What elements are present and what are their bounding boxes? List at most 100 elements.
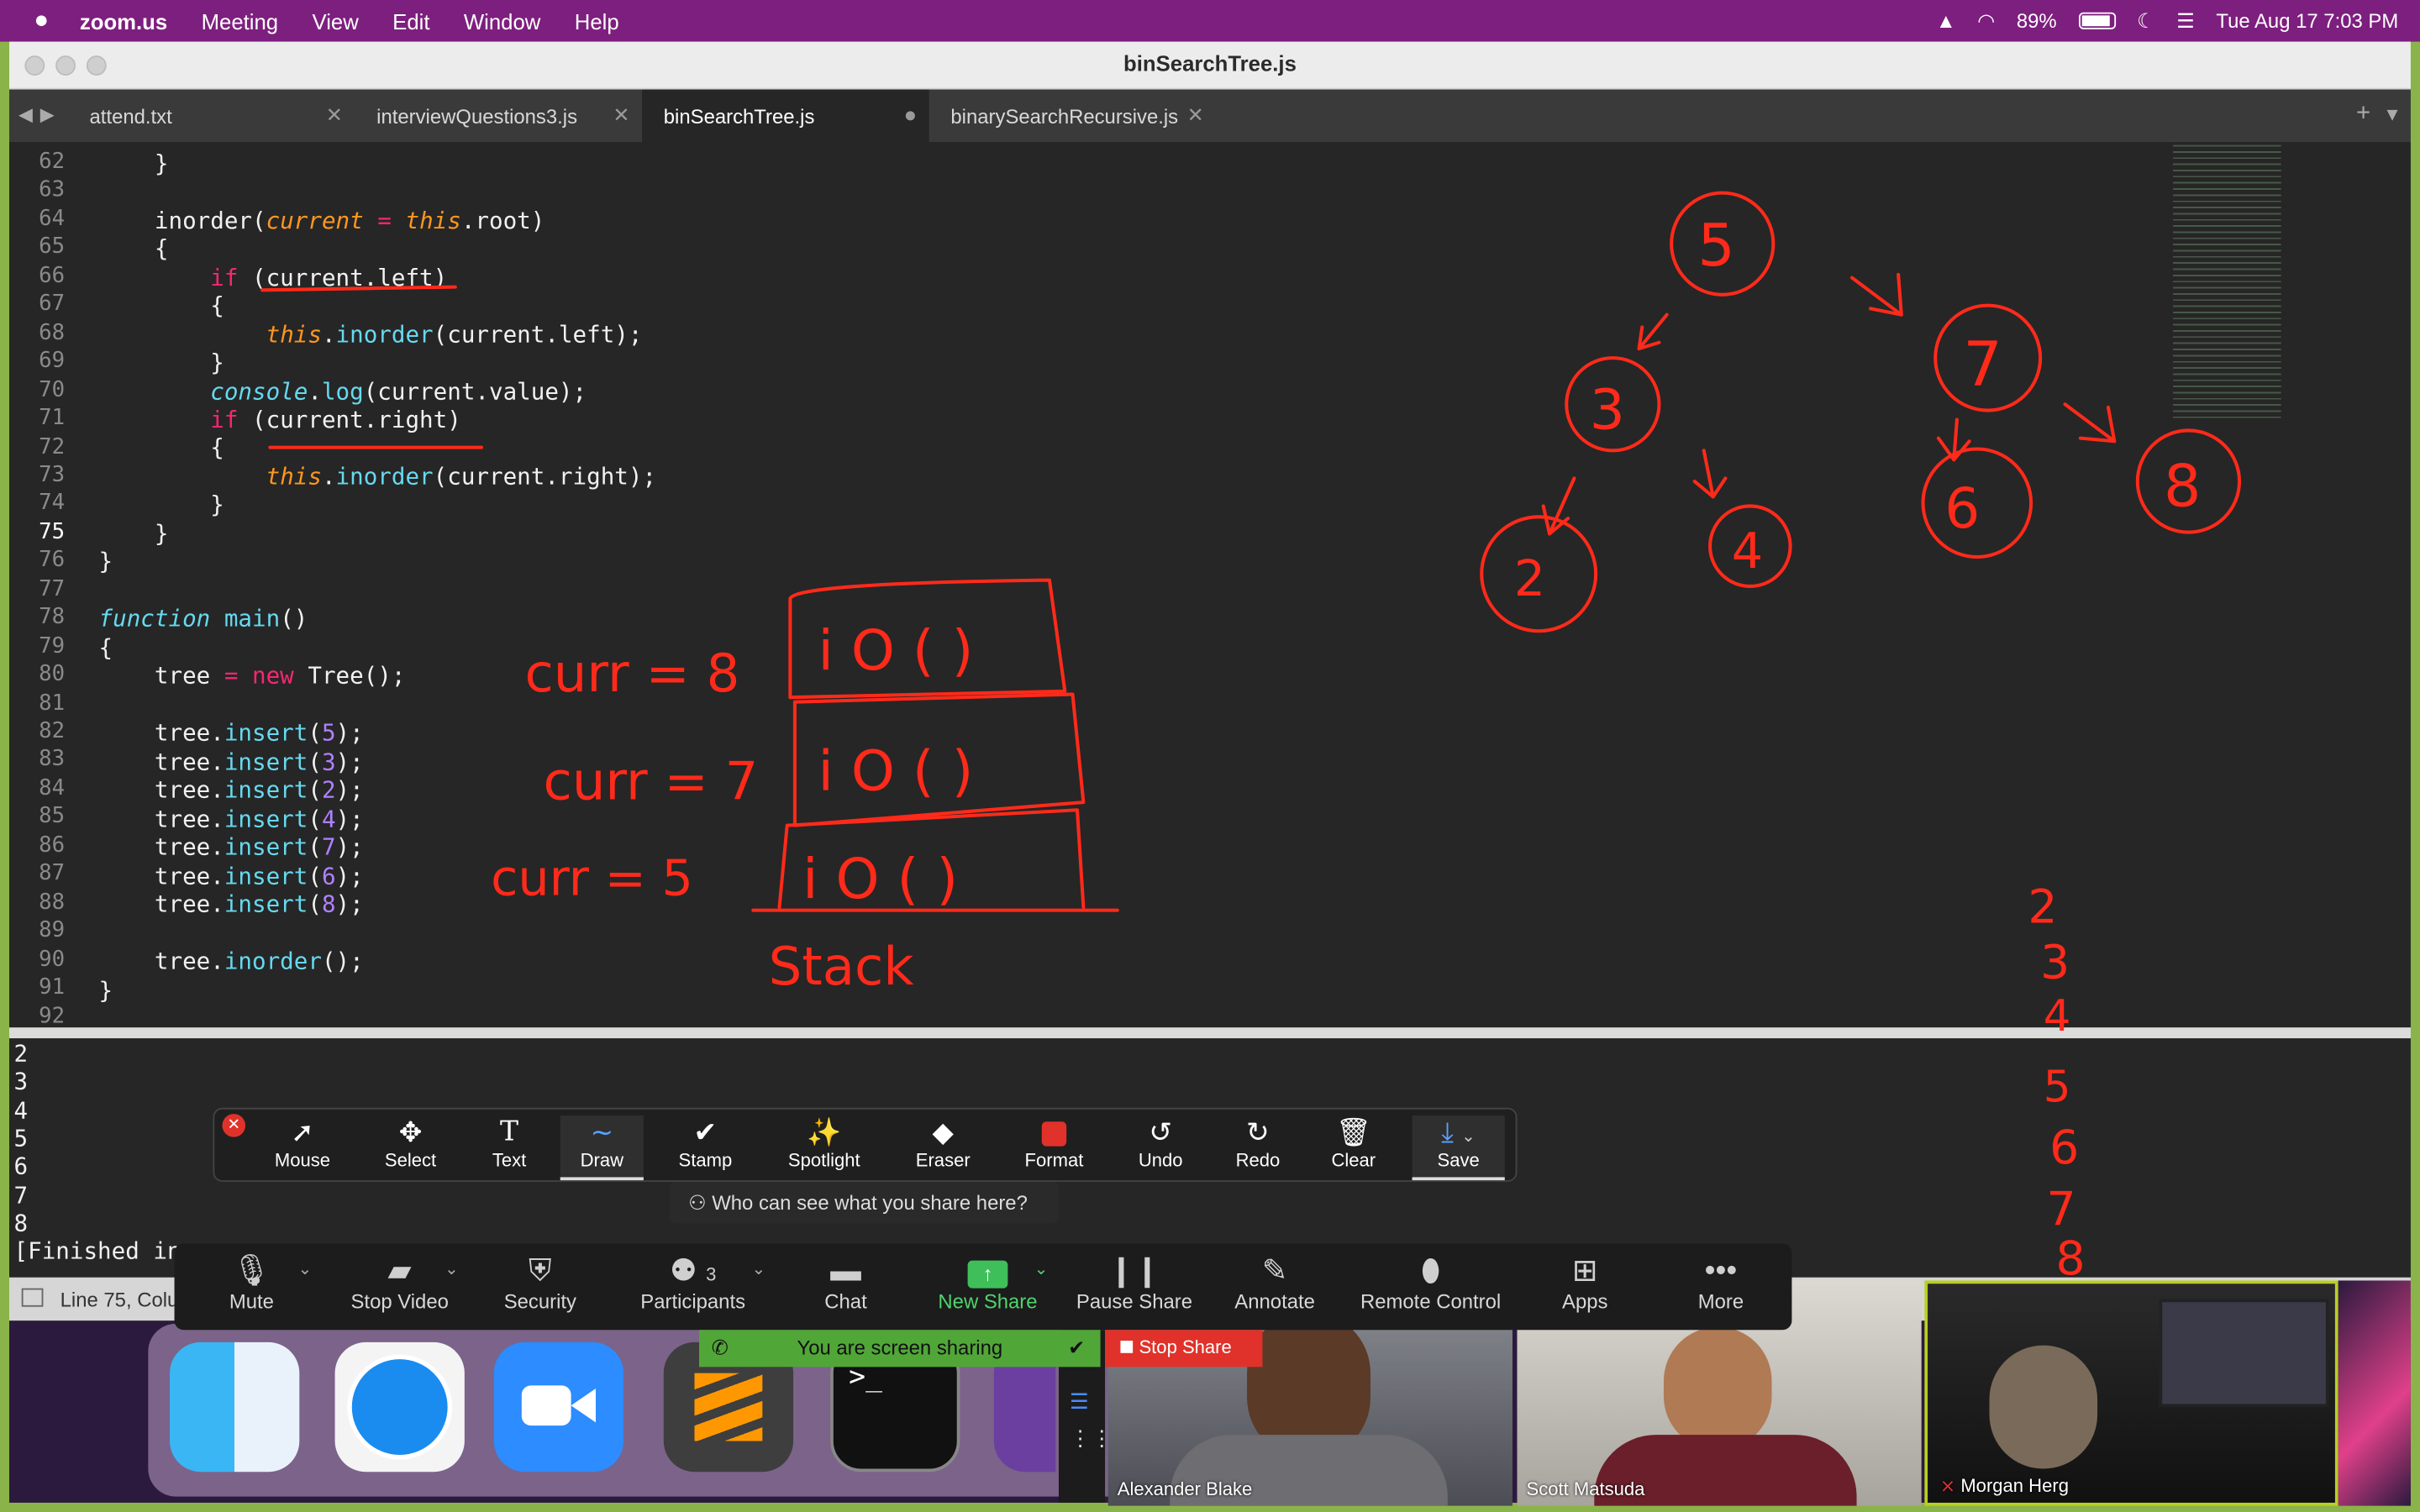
tool-label: Mouse	[274, 1149, 331, 1172]
tree-arrow	[1850, 272, 1903, 317]
video-camera-icon: ▰	[387, 1254, 412, 1289]
undo-tool[interactable]: ↺ Undo	[1122, 1116, 1199, 1180]
person-icon: ⚇	[688, 1190, 713, 1215]
annotation-toolbar: ✕ ➚ Mouse ✥ Select T Text ∼ Draw ✔ Stamp ✨ Spo…	[213, 1107, 1518, 1182]
download-icon: ⤓ ⌄	[1441, 1116, 1476, 1148]
tree-node-label: 3	[1590, 378, 1625, 443]
toolbar-label: Apps	[1562, 1289, 1608, 1314]
tree-node-label: 6	[1944, 476, 1980, 541]
output-digit: 3	[2040, 935, 2070, 989]
checkmark-icon: ✔	[693, 1116, 718, 1148]
tool-label: Stamp	[678, 1149, 733, 1172]
pause-share-button[interactable]: ❙❙ Pause Share	[1073, 1252, 1197, 1313]
annotate-button[interactable]: ✎ Annotate	[1228, 1252, 1321, 1313]
toolbar-label: Participants	[640, 1289, 746, 1314]
sharing-text: You are screen sharing	[797, 1336, 1003, 1360]
stack-label: Stack	[769, 936, 914, 997]
squiggle-icon: ∼	[590, 1116, 614, 1148]
tree-arrow	[1637, 312, 1669, 351]
toolbar-label: Chat	[824, 1289, 867, 1314]
underline-stroke	[260, 285, 457, 292]
eraser-icon: ◆	[932, 1116, 954, 1148]
security-button[interactable]: ⛨ Security	[496, 1252, 586, 1313]
frame-label: curr = 5	[491, 848, 693, 906]
chevron-down-icon[interactable]: ⌄	[1034, 1259, 1049, 1279]
tool-label: Save	[1437, 1149, 1480, 1172]
color-swatch-icon	[1011, 1116, 1097, 1149]
who-can-see-banner[interactable]: ⚇ Who can see what you share here?	[670, 1181, 1059, 1224]
draw-tool[interactable]: ∼ Draw	[560, 1115, 644, 1181]
format-tool[interactable]: Format	[1011, 1116, 1097, 1180]
participants-icon: ⚉ 3	[669, 1254, 717, 1289]
tool-label: Draw	[580, 1149, 624, 1172]
more-button[interactable]: ••• More	[1693, 1252, 1749, 1313]
tool-label: Spotlight	[787, 1149, 860, 1172]
chevron-down-icon[interactable]: ⌄	[445, 1259, 459, 1279]
tree-node-label: 2	[1514, 549, 1545, 607]
tree-node-label: 4	[1732, 522, 1763, 580]
shield-icon: ⛨	[529, 1254, 552, 1289]
new-share-button[interactable]: ↑ New Share	[934, 1252, 1042, 1313]
save-tool[interactable]: ⤓ ⌄ Save	[1412, 1115, 1505, 1181]
output-digit: 2	[2028, 879, 2057, 933]
stamp-tool[interactable]: ✔ Stamp	[662, 1116, 749, 1180]
redo-tool[interactable]: ↻ Redo	[1221, 1116, 1295, 1180]
text-tool[interactable]: T Text	[471, 1116, 548, 1180]
apps-icon: ⊞	[1571, 1254, 1598, 1289]
eraser-tool[interactable]: ◆ Eraser	[900, 1116, 986, 1180]
wand-icon: ✨	[807, 1116, 842, 1148]
output-digit: 4	[2044, 991, 2071, 1042]
toolbar-label: More	[1697, 1289, 1744, 1314]
clear-tool[interactable]: 🗑 Clear	[1317, 1116, 1391, 1180]
apps-button[interactable]: ⊞ Apps	[1557, 1252, 1612, 1313]
frame-box-text: i O ( )	[818, 618, 973, 683]
mouse-icon: ⬮	[1421, 1254, 1441, 1289]
toolbar-label: New Share	[938, 1289, 1038, 1314]
select-tool[interactable]: ✥ Select	[363, 1116, 459, 1180]
share-arrow-icon: ↑	[934, 1252, 1042, 1289]
toolbar-label: Pause Share	[1076, 1289, 1192, 1314]
cursor-icon: ➚	[291, 1116, 314, 1148]
trash-icon: 🗑	[1335, 1116, 1371, 1148]
remote-control-button[interactable]: ⬮ Remote Control	[1354, 1252, 1508, 1313]
tree-arrow	[1936, 417, 1971, 462]
move-icon: ✥	[398, 1116, 423, 1148]
output-digit: 6	[2049, 1121, 2079, 1174]
meeting-toolbar: 🎙 Mute ⌄ ▰ Stop Video ⌄ ⛨ Security ⚉ 3 Parti…	[174, 1243, 1792, 1331]
toolbar-label: Security	[503, 1289, 576, 1314]
tool-label: Eraser	[915, 1149, 971, 1172]
toolbar-label: Mute	[229, 1289, 274, 1314]
mouse-tool[interactable]: ➚ Mouse	[258, 1116, 348, 1180]
spotlight-tool[interactable]: ✨ Spotlight	[771, 1116, 879, 1180]
shield-check-icon: ✔	[1068, 1336, 1086, 1360]
tree-node-label: 7	[1963, 329, 2002, 401]
tree-arrow	[1692, 449, 1728, 499]
frame-box-text: i O ( )	[802, 847, 958, 911]
toolbar-label: Annotate	[1234, 1289, 1315, 1314]
tree-node-label: 8	[2164, 452, 2201, 520]
tool-label: Redo	[1235, 1149, 1281, 1172]
tree-arrow	[2063, 402, 2117, 444]
toolbar-label: Stop Video	[350, 1289, 449, 1314]
output-digit: 8	[2055, 1231, 2085, 1285]
stop-video-button[interactable]: ▰ Stop Video	[341, 1252, 459, 1313]
stop-share-button[interactable]: Stop Share	[1105, 1330, 1263, 1368]
close-annotation-icon[interactable]: ✕	[222, 1114, 246, 1137]
tool-label: Undo	[1138, 1149, 1183, 1172]
output-digit: 7	[2046, 1182, 2075, 1236]
tool-label: Format	[1024, 1149, 1084, 1172]
tool-label: Clear	[1331, 1149, 1376, 1172]
stop-share-label: Stop Share	[1139, 1336, 1232, 1358]
participants-count: 3	[706, 1263, 717, 1285]
chat-button[interactable]: ▬ Chat	[813, 1252, 878, 1313]
screen-sharing-banner: ✆ You are screen sharing ✔	[699, 1330, 1101, 1368]
pause-icon: ❙❙	[1108, 1254, 1160, 1289]
mute-button[interactable]: 🎙 Mute	[221, 1252, 282, 1313]
chevron-down-icon[interactable]: ⌄	[751, 1259, 765, 1279]
tool-label: Select	[384, 1149, 437, 1172]
stop-square-icon	[1120, 1341, 1134, 1353]
participants-button[interactable]: ⚉ 3 Participants	[634, 1252, 752, 1313]
chevron-down-icon[interactable]: ⌄	[297, 1259, 312, 1279]
phone-icon: ✆	[711, 1336, 729, 1360]
frame-label: curr = 8	[524, 643, 739, 704]
